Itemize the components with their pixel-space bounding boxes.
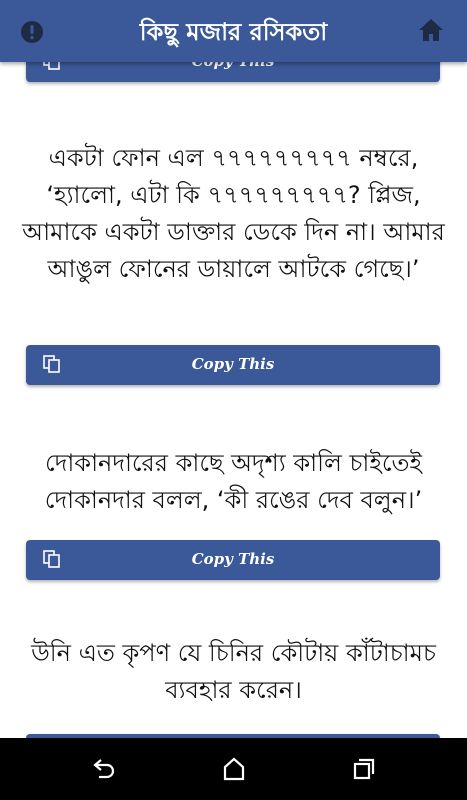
joke-text: একটা ফোন এল ৭৭৭৭৭৭৭৭৭ নম্বরে, ‘হ্যালো, এ… [22, 144, 445, 283]
app-title: কিছু মজার রসিকতা [139, 18, 328, 46]
copy-button[interactable]: Copy This [26, 540, 440, 580]
copy-button[interactable]: Copy This [26, 345, 440, 385]
back-icon[interactable] [90, 756, 116, 782]
copy-button-label: Copy This [191, 355, 275, 373]
home-icon[interactable] [417, 16, 445, 44]
system-nav-bar [0, 738, 467, 800]
copy-button[interactable]: Copy This [26, 62, 440, 82]
joke-text: উনি এত কৃপণ যে চিনির কৌটায় কাঁটাচামচ ব্… [31, 639, 436, 704]
copy-button-label: Copy This [26, 62, 440, 70]
joke-text: দোকানদারের কাছে অদৃশ্য কালি চাইতেই দোকান… [44, 449, 423, 514]
home-icon[interactable] [221, 756, 247, 782]
joke-list[interactable]: Copy This একটা ফোন এল ৭৭৭৭৭৭৭৭৭ নম্বরে, … [0, 62, 467, 738]
app-bar: কিছু মজার রসিকতা [0, 0, 467, 62]
copy-button-label: Copy This [191, 550, 275, 568]
recents-icon[interactable] [351, 756, 377, 782]
